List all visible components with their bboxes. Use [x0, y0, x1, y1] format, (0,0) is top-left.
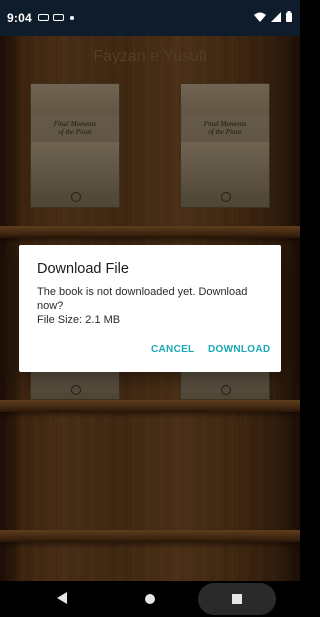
signal-icon [271, 11, 281, 22]
notification-dot-icon [70, 16, 74, 20]
download-dialog: Download File The book is not downloaded… [19, 245, 281, 372]
dialog-message: The book is not downloaded yet. Download… [37, 285, 267, 327]
status-right-icons [254, 11, 292, 22]
battery-icon [286, 11, 292, 22]
cancel-button[interactable]: CANCEL [151, 344, 194, 355]
status-bar: 9:04 [0, 0, 300, 36]
back-icon[interactable] [57, 592, 67, 604]
home-icon[interactable] [145, 594, 155, 604]
navigation-bar [0, 581, 300, 617]
download-button[interactable]: DOWNLOAD [208, 344, 270, 355]
status-time: 9:04 [7, 11, 32, 25]
dialog-title: Download File [37, 261, 129, 277]
dialog-message-text: The book is not downloaded yet. Download… [37, 286, 248, 312]
message-icon [53, 14, 64, 21]
wifi-icon [254, 12, 266, 22]
message-icon [38, 14, 49, 21]
recents-icon[interactable] [232, 594, 242, 604]
dialog-file-size: File Size: 2.1 MB [37, 314, 121, 326]
